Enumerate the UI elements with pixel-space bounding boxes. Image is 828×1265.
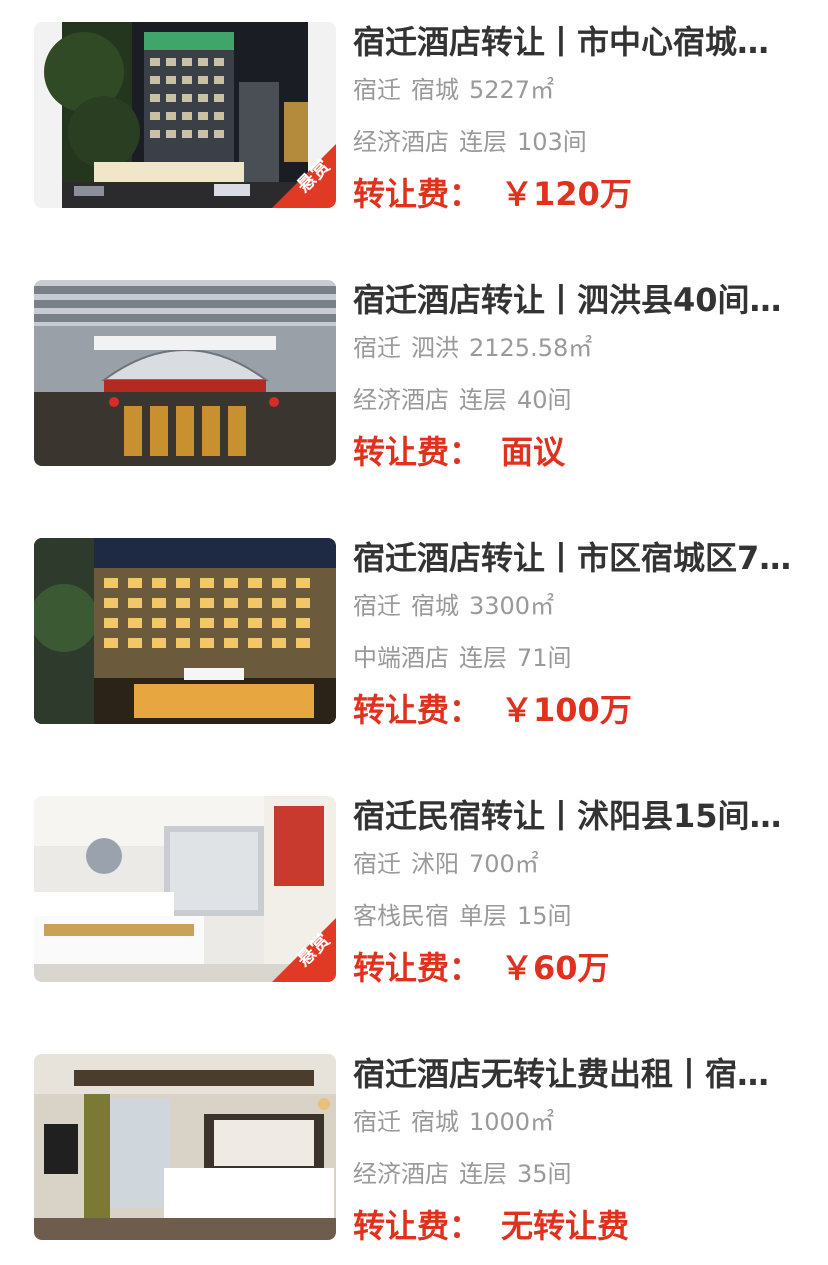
listing-area: 3300㎡ [469, 592, 555, 620]
listing-district: 泗洪 [411, 334, 459, 362]
price-value: 面议 [501, 433, 566, 471]
listing-price: 转让费： ￥60万 [353, 948, 610, 988]
listing-area: 700㎡ [469, 850, 539, 878]
listing-location: 宿迁 沭阳 700㎡ [353, 848, 539, 880]
listing-area: 1000㎡ [469, 1108, 555, 1136]
listing-specs: 客栈民宿 单层 15间 [353, 900, 572, 932]
listing-rooms: 15间 [517, 902, 572, 930]
listing-price: 转让费： 无转让费 [353, 1206, 629, 1246]
listing-category: 经济酒店 [353, 386, 449, 414]
listing-photo-white-bedroom[interactable]: 悬赏 [34, 796, 336, 982]
listing-area: 5227㎡ [469, 76, 555, 104]
listing-location: 宿迁 宿城 3300㎡ [353, 590, 554, 622]
listing-card[interactable]: 悬赏 宿迁民宿转让丨沭阳县15间客栈民宿 宿迁沭阳700㎡ 客栈民宿单层15间 … [0, 796, 828, 996]
listing-rooms: 103间 [517, 128, 587, 156]
listing-category: 中端酒店 [353, 644, 449, 672]
price-label: 转让费： [353, 691, 482, 729]
listing-card[interactable]: 宿迁酒店转让丨市区宿城区71间中端酒店 宿迁宿城3300㎡ 中端酒店连层71间 … [0, 538, 828, 738]
hotel-facade-photo [34, 538, 336, 724]
listing-card[interactable]: 宿迁酒店无转让费出租丨宿城区35间经济酒店 宿迁宿城 1000㎡ 经济酒店连层 35… [0, 1054, 828, 1254]
listing-floor-type: 连层 [459, 644, 507, 672]
listing-title[interactable]: 宿迁酒店无转让费出租丨宿城区35间经济酒店 [353, 1054, 798, 1094]
listing-card[interactable]: 悬赏 宿迁酒店转让丨市中心宿城区5227㎡103间经济酒店 宿迁宿城5227㎡ … [0, 22, 828, 222]
listing-city: 宿迁 [353, 850, 401, 878]
price-label: 转让费： [353, 1207, 482, 1245]
listing-category: 经济酒店 [353, 1160, 449, 1188]
listing-category: 客栈民宿 [353, 902, 449, 930]
listing-city: 宿迁 [353, 1108, 401, 1136]
listing-district: 宿城 [411, 592, 459, 620]
listing-rooms: 35间 [517, 1160, 572, 1188]
bedroom-photo [34, 796, 336, 982]
listing-title[interactable]: 宿迁酒店转让丨市区宿城区71间中端酒店 [353, 538, 798, 578]
price-value: ￥100万 [501, 691, 632, 729]
listing-title[interactable]: 宿迁酒店转让丨市中心宿城区5227㎡103间经济酒店 [353, 22, 798, 62]
listing-floor-type: 连层 [459, 1160, 507, 1188]
listing-photo-hotel-lit-facade[interactable] [34, 538, 336, 724]
price-value: ￥60万 [501, 949, 610, 987]
listing-floor-type: 连层 [459, 128, 507, 156]
listing-specs: 中端酒店 连层 71间 [353, 642, 572, 674]
hotel-room-photo [34, 1054, 336, 1240]
listing-district: 沭阳 [411, 850, 459, 878]
listing-location: 宿迁 泗洪 2125.58㎡ [353, 332, 592, 364]
listing-photo-hotel-entrance-canopy[interactable] [34, 280, 336, 466]
hotel-entrance-photo [34, 280, 336, 466]
listing-floor-type: 单层 [459, 902, 507, 930]
listing-title[interactable]: 宿迁民宿转让丨沭阳县15间客栈民宿 [353, 796, 798, 836]
listing-photo-hotel-night-exterior[interactable]: 悬赏 [34, 22, 336, 208]
listing-district: 宿城 [411, 1108, 459, 1136]
price-label: 转让费： [353, 175, 482, 213]
listing-area: 2125.58㎡ [469, 334, 593, 362]
listing-specs: 经济酒店 连层 40间 [353, 384, 572, 416]
price-value: ￥120万 [501, 175, 632, 213]
price-value: 无转让费 [501, 1207, 630, 1245]
price-label: 转让费： [353, 949, 482, 987]
listing-city: 宿迁 [353, 76, 401, 104]
listing-rooms: 40间 [517, 386, 572, 414]
listing-price: 转让费： ￥100万 [353, 690, 632, 730]
listing-card[interactable]: 宿迁酒店转让丨泗洪县40间经济酒店 宿迁泗洪 2125.58㎡ 经济酒店连层 40间… [0, 280, 828, 480]
listing-floor-type: 连层 [459, 386, 507, 414]
listing-price: 转让费： 面议 [353, 432, 565, 472]
hotel-night-photo [34, 22, 336, 208]
listing-location: 宿迁 宿城 5227㎡ [353, 74, 554, 106]
price-label: 转让费： [353, 433, 482, 471]
listing-title[interactable]: 宿迁酒店转让丨泗洪县40间经济酒店 [353, 280, 798, 320]
listing-specs: 经济酒店 连层 103间 [353, 126, 587, 158]
listing-location: 宿迁 宿城 1000㎡ [353, 1106, 554, 1138]
listing-rooms: 71间 [517, 644, 572, 672]
listing-city: 宿迁 [353, 592, 401, 620]
listing-city: 宿迁 [353, 334, 401, 362]
listing-specs: 经济酒店 连层 35间 [353, 1158, 572, 1190]
listing-price: 转让费： ￥120万 [353, 174, 632, 214]
listing-category: 经济酒店 [353, 128, 449, 156]
listing-photo-hotel-room[interactable] [34, 1054, 336, 1240]
listing-district: 宿城 [411, 76, 459, 104]
